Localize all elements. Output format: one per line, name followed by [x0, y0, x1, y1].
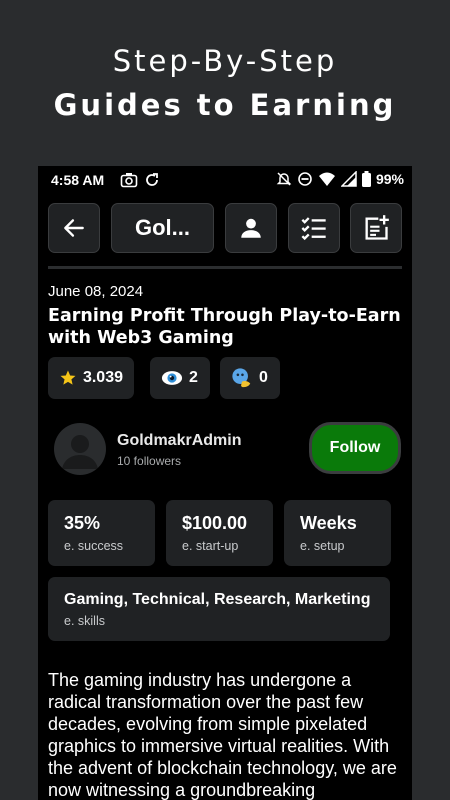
stat-value: Weeks [300, 513, 357, 533]
article-date: June 08, 2024 [48, 283, 144, 300]
stat-label: e. start-up [182, 539, 239, 553]
person-icon [241, 218, 261, 238]
stat-value: 35% [64, 513, 101, 533]
article-body: The gaming industry has undergone a radi… [48, 670, 397, 800]
author-followers: 10 followers [117, 454, 182, 468]
back-button[interactable] [48, 203, 100, 253]
camera-icon [120, 173, 138, 188]
toolbar-divider [48, 266, 402, 269]
comments-chip[interactable]: 0 [220, 357, 280, 399]
default-avatar-icon [62, 435, 98, 469]
promo-line-1: Step-By-Step [112, 44, 338, 78]
toolbar: Gol... [48, 203, 402, 255]
stat-success: 35% e. success [48, 500, 155, 566]
follow-button[interactable]: Follow [309, 422, 401, 474]
skills-value: Gaming, Technical, Research, Marketing [64, 591, 371, 608]
views-chip[interactable]: 2 [150, 357, 210, 399]
stat-startup: $100.00 e. start-up [166, 500, 273, 566]
status-bar: 4:58 AM 99% [38, 166, 412, 194]
do-not-disturb-icon [298, 172, 312, 186]
cell-signal-icon [340, 171, 357, 187]
sync-icon [146, 173, 158, 186]
article-title: Earning Profit Through Play-to-Earn with… [48, 306, 401, 348]
note-add-icon [365, 215, 389, 240]
toolbar-title: Gol... [135, 215, 190, 240]
rating-chip[interactable]: 3.039 [48, 357, 134, 399]
author-name: GoldmakrAdmin [117, 432, 242, 449]
stat-setup: Weeks e. setup [284, 500, 391, 566]
thinking-face-icon [232, 368, 251, 388]
avatar [54, 423, 106, 475]
comments-value: 0 [259, 369, 268, 386]
stat-value: $100.00 [182, 513, 248, 533]
star-icon [60, 370, 76, 385]
stat-label: e. setup [300, 539, 345, 553]
rating-value: 3.039 [82, 369, 123, 386]
status-time: 4:58 AM [51, 172, 105, 188]
phone-screen: 4:58 AM 99% Gol... June 08, 2024 Earning… [38, 166, 412, 800]
skills-card: Gaming, Technical, Research, Marketing e… [48, 577, 390, 641]
views-value: 2 [189, 369, 198, 386]
checklist-icon [301, 217, 326, 241]
stat-label: e. success [64, 539, 124, 553]
battery-icon [361, 171, 371, 187]
wifi-icon [318, 172, 335, 186]
title-button[interactable]: Gol... [111, 203, 214, 253]
skills-label: e. skills [64, 614, 105, 628]
battery-percent: 99% [375, 171, 404, 187]
notifications-off-icon [276, 172, 292, 186]
profile-button[interactable] [225, 203, 277, 253]
eye-icon [161, 371, 183, 385]
promo-line-2: Guides to Earning [53, 88, 397, 122]
checklist-button[interactable] [288, 203, 340, 253]
new-note-button[interactable] [350, 203, 402, 253]
back-arrow-icon [64, 219, 84, 237]
